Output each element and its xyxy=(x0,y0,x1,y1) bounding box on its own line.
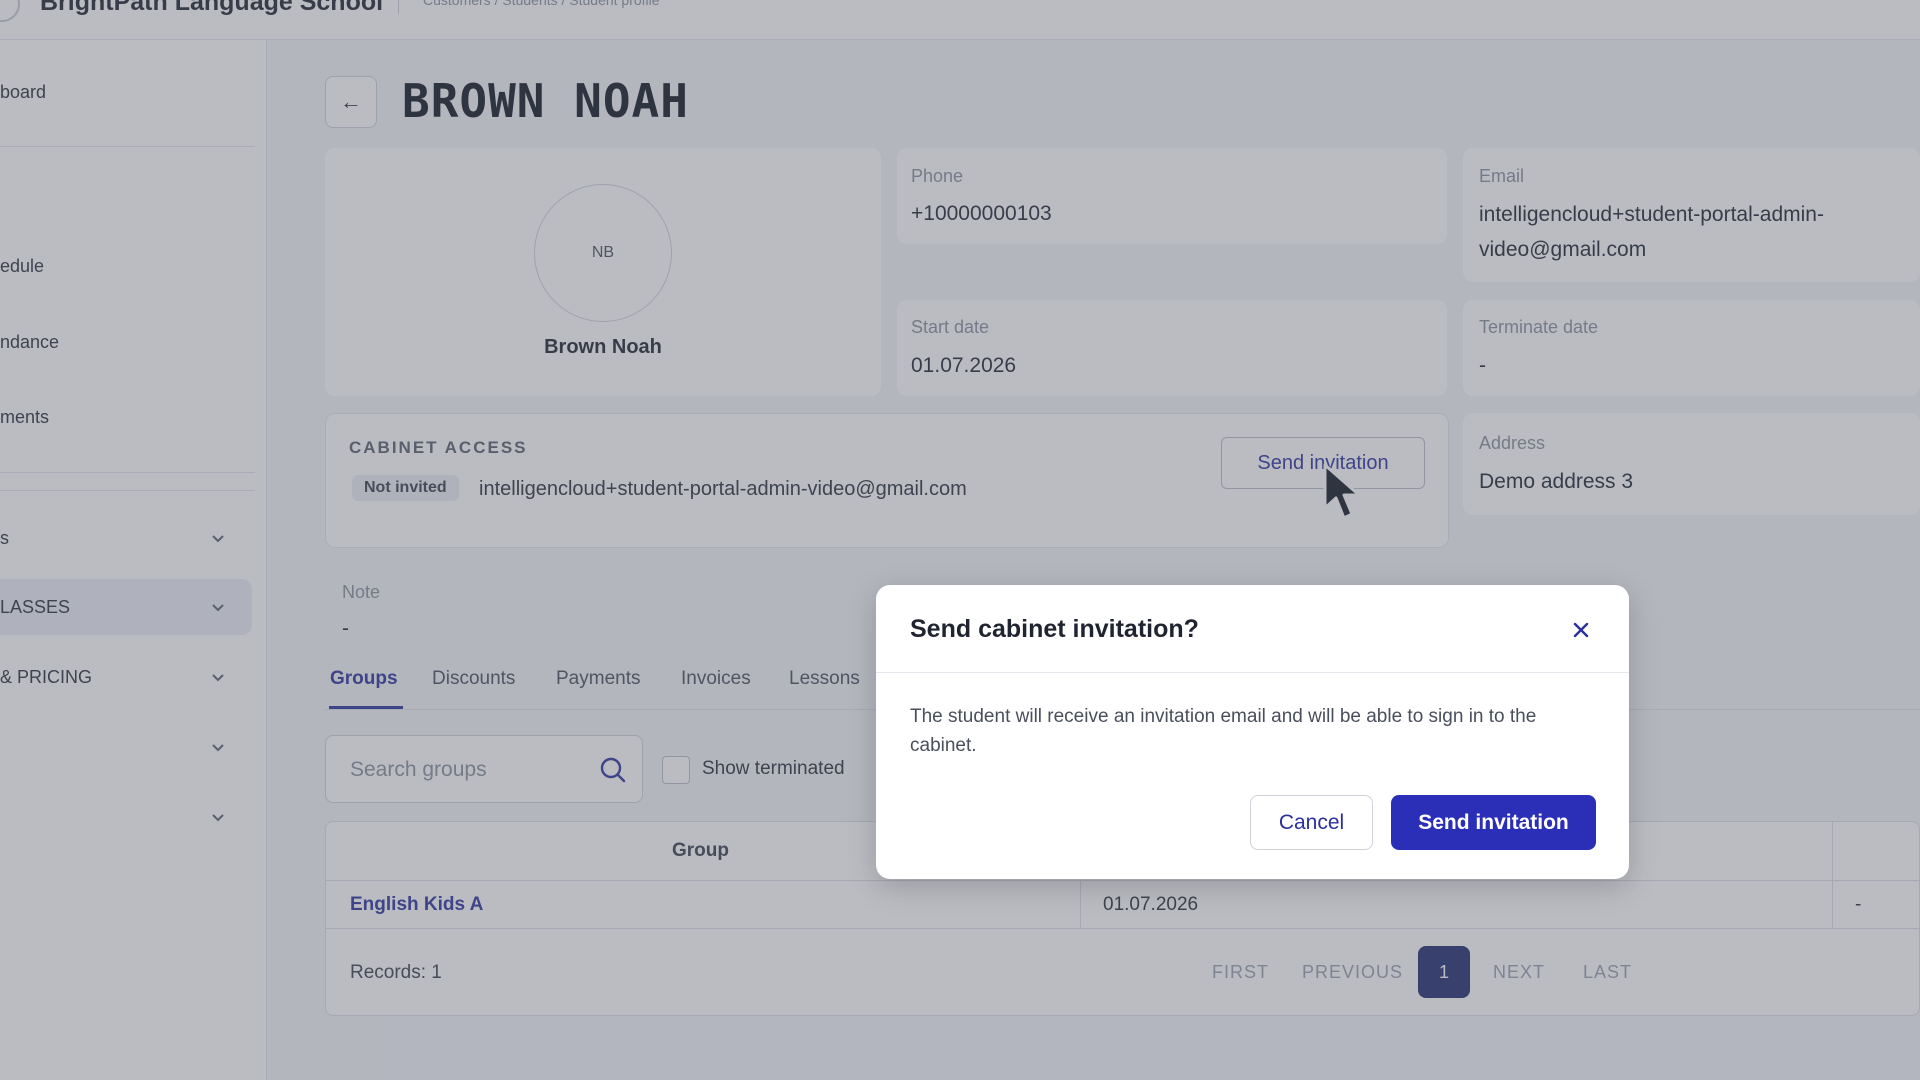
close-icon[interactable] xyxy=(1568,617,1594,643)
cancel-button[interactable]: Cancel xyxy=(1250,795,1373,850)
confirm-send-invitation-button[interactable]: Send invitation xyxy=(1391,795,1596,850)
modal-overlay[interactable] xyxy=(0,0,1920,1080)
send-invitation-dialog: Send cabinet invitation? The student wil… xyxy=(876,585,1629,879)
dialog-title: Send cabinet invitation? xyxy=(910,615,1199,643)
dialog-header: Send cabinet invitation? xyxy=(876,585,1629,673)
dialog-message: The student will receive an invitation e… xyxy=(910,706,1537,756)
